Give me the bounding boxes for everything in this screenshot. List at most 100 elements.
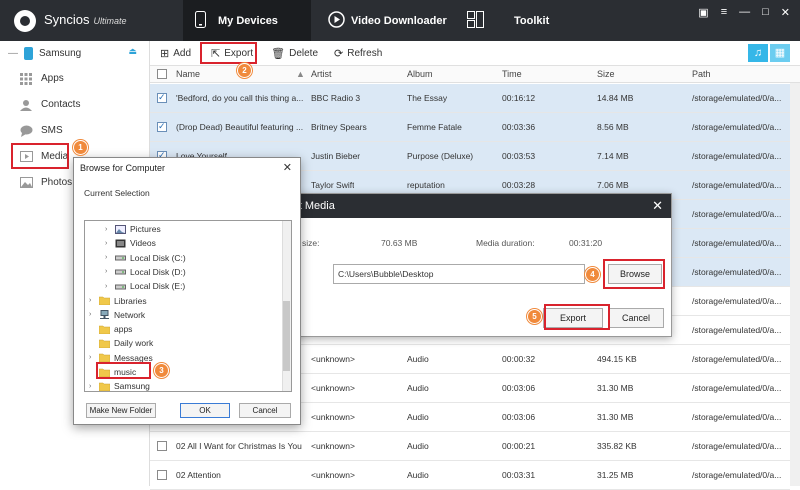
maximize-icon[interactable]: □ bbox=[762, 6, 769, 19]
media-duration-value: 00:31:20 bbox=[569, 238, 603, 248]
tree-item[interactable]: › Local Disk (E:) bbox=[105, 279, 185, 293]
table-row[interactable]: 02 All I Want for Christmas Is You <unkno… bbox=[150, 432, 790, 461]
browse-highlight bbox=[603, 259, 665, 289]
make-new-folder-button[interactable]: Make New Folder bbox=[86, 403, 156, 418]
sort-icon: ▲ bbox=[296, 69, 305, 79]
sidebar-item-apps[interactable]: Apps bbox=[0, 65, 149, 91]
media-highlight bbox=[11, 143, 69, 169]
eject-icon[interactable]: ⏏ bbox=[128, 46, 137, 57]
add-button[interactable]: ⊞ Add bbox=[160, 47, 191, 60]
close-icon[interactable]: ✕ bbox=[781, 6, 790, 19]
tree-scrollbar[interactable] bbox=[282, 221, 291, 391]
video-view-icon[interactable]: ▦ bbox=[770, 44, 790, 62]
browse-cancel-button[interactable]: Cancel bbox=[239, 403, 291, 418]
tree-item-label: apps bbox=[114, 324, 133, 335]
tree-item[interactable]: › Videos bbox=[105, 236, 156, 250]
cell-album: Audio bbox=[407, 441, 429, 451]
expand-arrow-icon[interactable]: › bbox=[105, 226, 115, 233]
cell-artist: <unknown> bbox=[311, 470, 355, 480]
music-view-icon[interactable]: ♫ bbox=[748, 44, 768, 62]
close-icon[interactable]: ✕ bbox=[652, 198, 663, 214]
nav-video-downloader[interactable]: Video Downloader bbox=[328, 0, 468, 41]
cell-size: 7.06 MB bbox=[597, 180, 629, 190]
network-icon bbox=[99, 310, 110, 320]
expand-arrow-icon[interactable]: › bbox=[105, 283, 115, 290]
tree-item[interactable]: › Network bbox=[89, 308, 145, 322]
title-bar: Syncios Ultimate My Devices Video Downloa… bbox=[0, 0, 800, 41]
export-path-input[interactable]: C:\Users\Bubble\Desktop bbox=[333, 264, 585, 284]
row-checkbox[interactable] bbox=[157, 92, 167, 103]
refresh-button[interactable]: ⟳ Refresh bbox=[334, 47, 382, 60]
tree-item[interactable]: › Local Disk (C:) bbox=[105, 251, 186, 265]
row-checkbox[interactable] bbox=[157, 470, 167, 480]
cell-size: 31.30 MB bbox=[597, 383, 634, 393]
expand-arrow-icon[interactable]: › bbox=[105, 240, 115, 247]
table-row[interactable]: 'Bedford, do you call this thing a... BBC… bbox=[150, 84, 790, 113]
current-selection-label: Current Selection bbox=[84, 188, 150, 198]
cell-path: /storage/emulated/0/a... bbox=[692, 122, 782, 132]
app-name: Syncios Ultimate bbox=[44, 12, 127, 27]
expand-arrow-icon[interactable]: › bbox=[105, 268, 115, 275]
cell-path: /storage/emulated/0/a... bbox=[692, 267, 782, 277]
col-artist[interactable]: Artist bbox=[311, 69, 332, 79]
cell-path: /storage/emulated/0/a... bbox=[692, 93, 782, 103]
tree-item[interactable]: › Libraries bbox=[89, 294, 147, 308]
cell-size: 494.15 KB bbox=[597, 354, 637, 364]
step-badge-4: 4 bbox=[585, 267, 600, 282]
expand-arrow-icon[interactable]: › bbox=[89, 383, 99, 390]
device-samsung[interactable]: — Samsung ⏏ bbox=[0, 41, 149, 65]
cell-artist: <unknown> bbox=[311, 383, 355, 393]
cell-album: reputation bbox=[407, 180, 445, 190]
cell-album: Femme Fatale bbox=[407, 122, 462, 132]
cell-time: 00:16:12 bbox=[502, 93, 536, 103]
ok-button[interactable]: OK bbox=[180, 403, 230, 418]
trash-icon: 🗑 bbox=[271, 47, 286, 60]
tree-item[interactable]: › Local Disk (D:) bbox=[105, 265, 186, 279]
cell-album: Audio bbox=[407, 412, 429, 422]
message-icon[interactable]: ▣ bbox=[698, 6, 708, 19]
col-size[interactable]: Size bbox=[597, 69, 615, 79]
cell-album: Audio bbox=[407, 470, 429, 480]
sms-icon bbox=[20, 125, 33, 137]
col-path[interactable]: Path bbox=[692, 69, 711, 79]
cell-time: 00:00:21 bbox=[502, 441, 536, 451]
close-icon[interactable]: ✕ bbox=[283, 161, 292, 174]
table-scrollbar[interactable] bbox=[790, 83, 800, 486]
col-name[interactable]: Name bbox=[176, 69, 200, 79]
cell-name: 'Bedford, do you call this thing a... bbox=[176, 93, 304, 103]
select-all-checkbox[interactable] bbox=[157, 69, 167, 79]
add-icon: ⊞ bbox=[160, 47, 170, 60]
expand-arrow-icon[interactable]: › bbox=[89, 354, 99, 361]
cell-name: 02 Attention bbox=[176, 470, 221, 480]
cell-path: /storage/emulated/0/a... bbox=[692, 325, 782, 335]
delete-button[interactable]: 🗑 Delete bbox=[271, 47, 318, 60]
minimize-icon[interactable]: — bbox=[739, 6, 750, 19]
pictures-icon bbox=[115, 224, 126, 234]
expand-arrow-icon[interactable]: › bbox=[89, 311, 99, 318]
sidebar-item-contacts[interactable]: Contacts bbox=[0, 91, 149, 117]
cell-size: 31.30 MB bbox=[597, 412, 634, 422]
tree-item-label: Local Disk (D:) bbox=[130, 266, 186, 277]
cell-album: Audio bbox=[407, 383, 429, 393]
disk-icon bbox=[115, 267, 126, 276]
row-checkbox[interactable] bbox=[157, 441, 167, 451]
tree-item[interactable]: › Samsung bbox=[89, 379, 150, 391]
nav-toolkit[interactable]: Toolkit bbox=[467, 0, 567, 41]
expand-arrow-icon[interactable]: › bbox=[105, 254, 115, 261]
tree-item[interactable]: › Pictures bbox=[105, 222, 161, 236]
expand-arrow-icon[interactable]: › bbox=[89, 297, 99, 304]
table-row[interactable]: (Drop Dead) Beautiful featuring ... Britn… bbox=[150, 113, 790, 142]
export-cancel-button[interactable]: Cancel bbox=[608, 308, 664, 328]
cell-artist: <unknown> bbox=[311, 354, 355, 364]
col-album[interactable]: Album bbox=[407, 69, 433, 79]
col-time[interactable]: Time bbox=[502, 69, 522, 79]
menu-icon[interactable]: ≡ bbox=[721, 6, 727, 19]
collapse-icon[interactable]: — bbox=[8, 48, 18, 59]
tree-item[interactable]: apps bbox=[89, 322, 132, 336]
cell-path: /storage/emulated/0/a... bbox=[692, 470, 782, 480]
row-checkbox[interactable] bbox=[157, 121, 167, 132]
sidebar-item-sms[interactable]: SMS bbox=[0, 117, 149, 143]
cell-time: 00:03:53 bbox=[502, 151, 536, 161]
nav-my-devices[interactable]: My Devices bbox=[183, 0, 311, 41]
tree-item[interactable]: Daily work bbox=[89, 336, 153, 350]
